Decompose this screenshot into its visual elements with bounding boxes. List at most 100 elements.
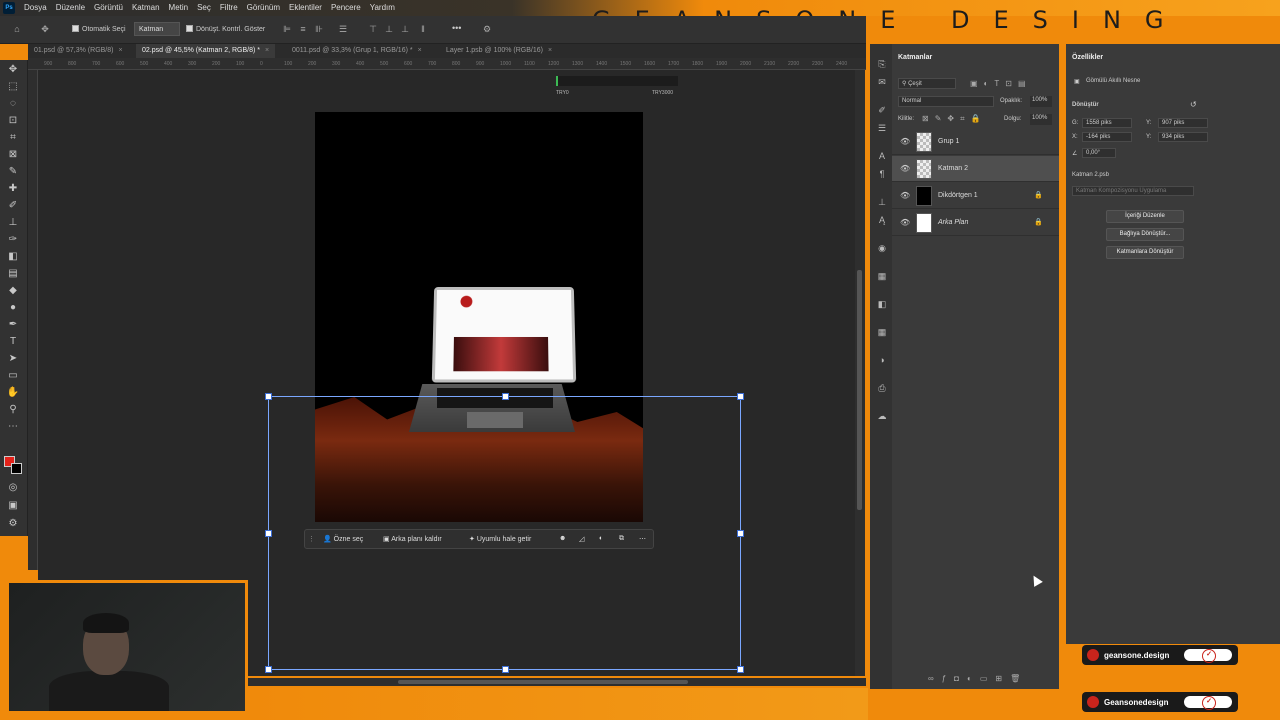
type-tool-icon[interactable]: T <box>6 336 20 348</box>
menu-type[interactable]: Metin <box>169 3 189 12</box>
width-field[interactable]: 1558 piks <box>1082 118 1132 128</box>
align-bottom-icon[interactable]: ⊥ <box>400 24 410 34</box>
tab-doc-2[interactable]: 02.psd @ 45,5% (Katman 2, RGB/8) * × <box>136 44 276 58</box>
menu-plugins[interactable]: Eklentiler <box>289 3 322 12</box>
history-panel-icon[interactable]: ⎘ <box>876 58 888 70</box>
vertical-scroll-thumb[interactable] <box>857 270 862 510</box>
transform-handle-tl[interactable] <box>265 393 272 400</box>
smart-object-icon[interactable]: ⧉ <box>619 535 624 543</box>
gradients-icon[interactable]: ◧ <box>876 298 888 310</box>
comments-icon[interactable]: ✉ <box>876 76 888 88</box>
tab-doc-3[interactable]: 0011.psd @ 33,3% (Grup 1, RGB/16) * × <box>286 44 428 58</box>
character-panel-icon[interactable]: A <box>876 150 888 162</box>
zoom-tool-icon[interactable]: ⚲ <box>6 404 20 416</box>
layer-row-group-1[interactable]: 👁 Grup 1 <box>892 129 1059 155</box>
eraser-tool-icon[interactable]: ◧ <box>6 251 20 263</box>
home-icon[interactable]: ⌂ <box>12 24 22 34</box>
screen-mode-icon[interactable]: ▣ <box>6 500 20 512</box>
edit-toolbar-icon[interactable]: ⚙ <box>6 518 20 530</box>
menu-file[interactable]: Dosya <box>24 3 47 12</box>
layer-row-rectangle-1[interactable]: 👁 Dikdörtgen 1 🔒 <box>892 183 1059 209</box>
transform-handle-right[interactable] <box>737 530 744 537</box>
visibility-eye-icon[interactable]: 👁 <box>900 218 910 227</box>
move-tool-icon[interactable]: ✥ <box>6 64 20 76</box>
tab-doc-4[interactable]: Layer 1.psb @ 100% (RGB/16) × <box>440 44 558 58</box>
rectangle-tool-icon[interactable]: ▭ <box>6 370 20 382</box>
close-icon[interactable]: × <box>265 47 269 54</box>
dodge-tool-icon[interactable]: ● <box>6 302 20 314</box>
libraries-icon[interactable]: ⎙ <box>876 382 888 394</box>
pen-tool-icon[interactable]: ✒ <box>6 319 20 331</box>
target-select[interactable]: Katman <box>134 22 181 36</box>
y-field[interactable]: 934 piks <box>1158 132 1208 142</box>
adjust-icon[interactable]: ☰ <box>876 122 888 134</box>
quick-select-icon[interactable]: ⊡ <box>6 115 20 127</box>
more-tools-icon[interactable]: ⋯ <box>6 421 20 433</box>
tab-doc-1[interactable]: 01.psd @ 57,3% (RGB/8) × <box>28 44 129 58</box>
transform-handle-tr[interactable] <box>737 393 744 400</box>
close-icon[interactable]: × <box>548 47 552 54</box>
hand-tool-icon[interactable]: ✋ <box>6 387 20 399</box>
people-icon[interactable]: ☻ <box>559 535 566 542</box>
path-select-icon[interactable]: ➤ <box>6 353 20 365</box>
convert-to-linked-button[interactable]: Bağlıya Dönüştür... <box>1106 228 1184 241</box>
visibility-eye-icon[interactable]: 👁 <box>900 164 910 173</box>
frame-tool-icon[interactable]: ⊠ <box>6 149 20 161</box>
lasso-tool-icon[interactable]: ◌ <box>6 98 20 110</box>
layer-comp-select[interactable]: Katman Kompozisyonu Uygulama <box>1072 186 1194 196</box>
stamp-panel-icon[interactable]: ⊥ <box>876 196 888 208</box>
navigator-slider[interactable] <box>556 76 678 86</box>
crop-tool-icon[interactable]: ⌗ <box>6 132 20 144</box>
brush-tool-icon[interactable]: ✐ <box>6 200 20 212</box>
close-icon[interactable]: × <box>118 47 122 54</box>
more-options-icon[interactable]: ⋯ <box>639 535 646 543</box>
patterns-icon[interactable]: ▦ <box>876 326 888 338</box>
menu-help[interactable]: Yardım <box>370 3 395 12</box>
menu-window[interactable]: Pencere <box>331 3 361 12</box>
layer-row-katman-2[interactable]: 👁 Katman 2 <box>892 156 1059 182</box>
marquee-tool-icon[interactable]: ⬚ <box>6 81 20 93</box>
background-color-swatch[interactable] <box>11 463 22 474</box>
transform-handle-top[interactable] <box>502 393 509 400</box>
quick-mask-icon[interactable]: ◎ <box>6 482 20 494</box>
align-middle-icon[interactable]: ⊥ <box>384 24 394 34</box>
lock-icons[interactable]: ⊠✎✥⌗🔒 <box>922 114 987 124</box>
menu-edit[interactable]: Düzenle <box>56 3 85 12</box>
grid-icon[interactable]: ▦ <box>876 270 888 282</box>
adjustment-icon[interactable]: ◐ <box>599 535 603 542</box>
transform-icon[interactable]: ◿ <box>579 535 584 543</box>
brush-settings-icon[interactable]: ✐ <box>876 104 888 116</box>
transform-handle-br[interactable] <box>737 666 744 673</box>
drag-handle-icon[interactable]: ⋮ <box>308 535 315 543</box>
close-icon[interactable]: × <box>418 47 422 54</box>
align-right-icon[interactable]: ⊪ <box>314 24 324 34</box>
select-subject-button[interactable]: 👤 Özne seç <box>323 535 363 543</box>
align-top-icon[interactable]: ⊤ <box>368 24 378 34</box>
opacity-field[interactable]: 100% <box>1030 96 1052 107</box>
fill-field[interactable]: 100% <box>1030 114 1052 125</box>
edit-contents-button[interactable]: İçeriği Düzenle <box>1106 210 1184 223</box>
menu-layer[interactable]: Katman <box>132 3 160 12</box>
transform-handle-bl[interactable] <box>265 666 272 673</box>
visibility-eye-icon[interactable]: 👁 <box>900 191 910 200</box>
reset-icon[interactable]: ↺ <box>1190 100 1197 109</box>
layer-filter-select[interactable]: ⚲ Çeşit <box>898 78 956 89</box>
filter-icons[interactable]: ▣◐T⊡▤ <box>970 79 1032 88</box>
more-options-button[interactable]: ••• <box>452 23 461 33</box>
transform-handle-left[interactable] <box>265 530 272 537</box>
blend-mode-select[interactable]: Normal <box>898 96 994 107</box>
angle-field[interactable]: 0,00° <box>1082 148 1116 158</box>
transform-controls-checkbox[interactable]: Dönüşt. Kontrl. Göster <box>186 25 265 33</box>
align-center-icon[interactable]: ≡ <box>298 24 308 34</box>
distribute-vertical-icon[interactable]: ‖ <box>418 24 428 34</box>
horizontal-scroll-thumb[interactable] <box>398 680 688 684</box>
gradient-tool-icon[interactable]: ▤ <box>6 268 20 280</box>
align-left-icon[interactable]: ⊫ <box>282 24 292 34</box>
menu-filter[interactable]: Filtre <box>220 3 238 12</box>
menu-select[interactable]: Seç <box>197 3 211 12</box>
layers-footer-icons[interactable]: ∞ƒ◘◐▭⊞🗑 <box>928 674 1028 683</box>
swatches-icon[interactable]: ◉ <box>876 242 888 254</box>
eyedropper-icon[interactable]: ✎ <box>6 166 20 178</box>
blur-tool-icon[interactable]: ◆ <box>6 285 20 297</box>
remove-background-button[interactable]: ▣ Arka planı kaldır <box>383 535 442 543</box>
